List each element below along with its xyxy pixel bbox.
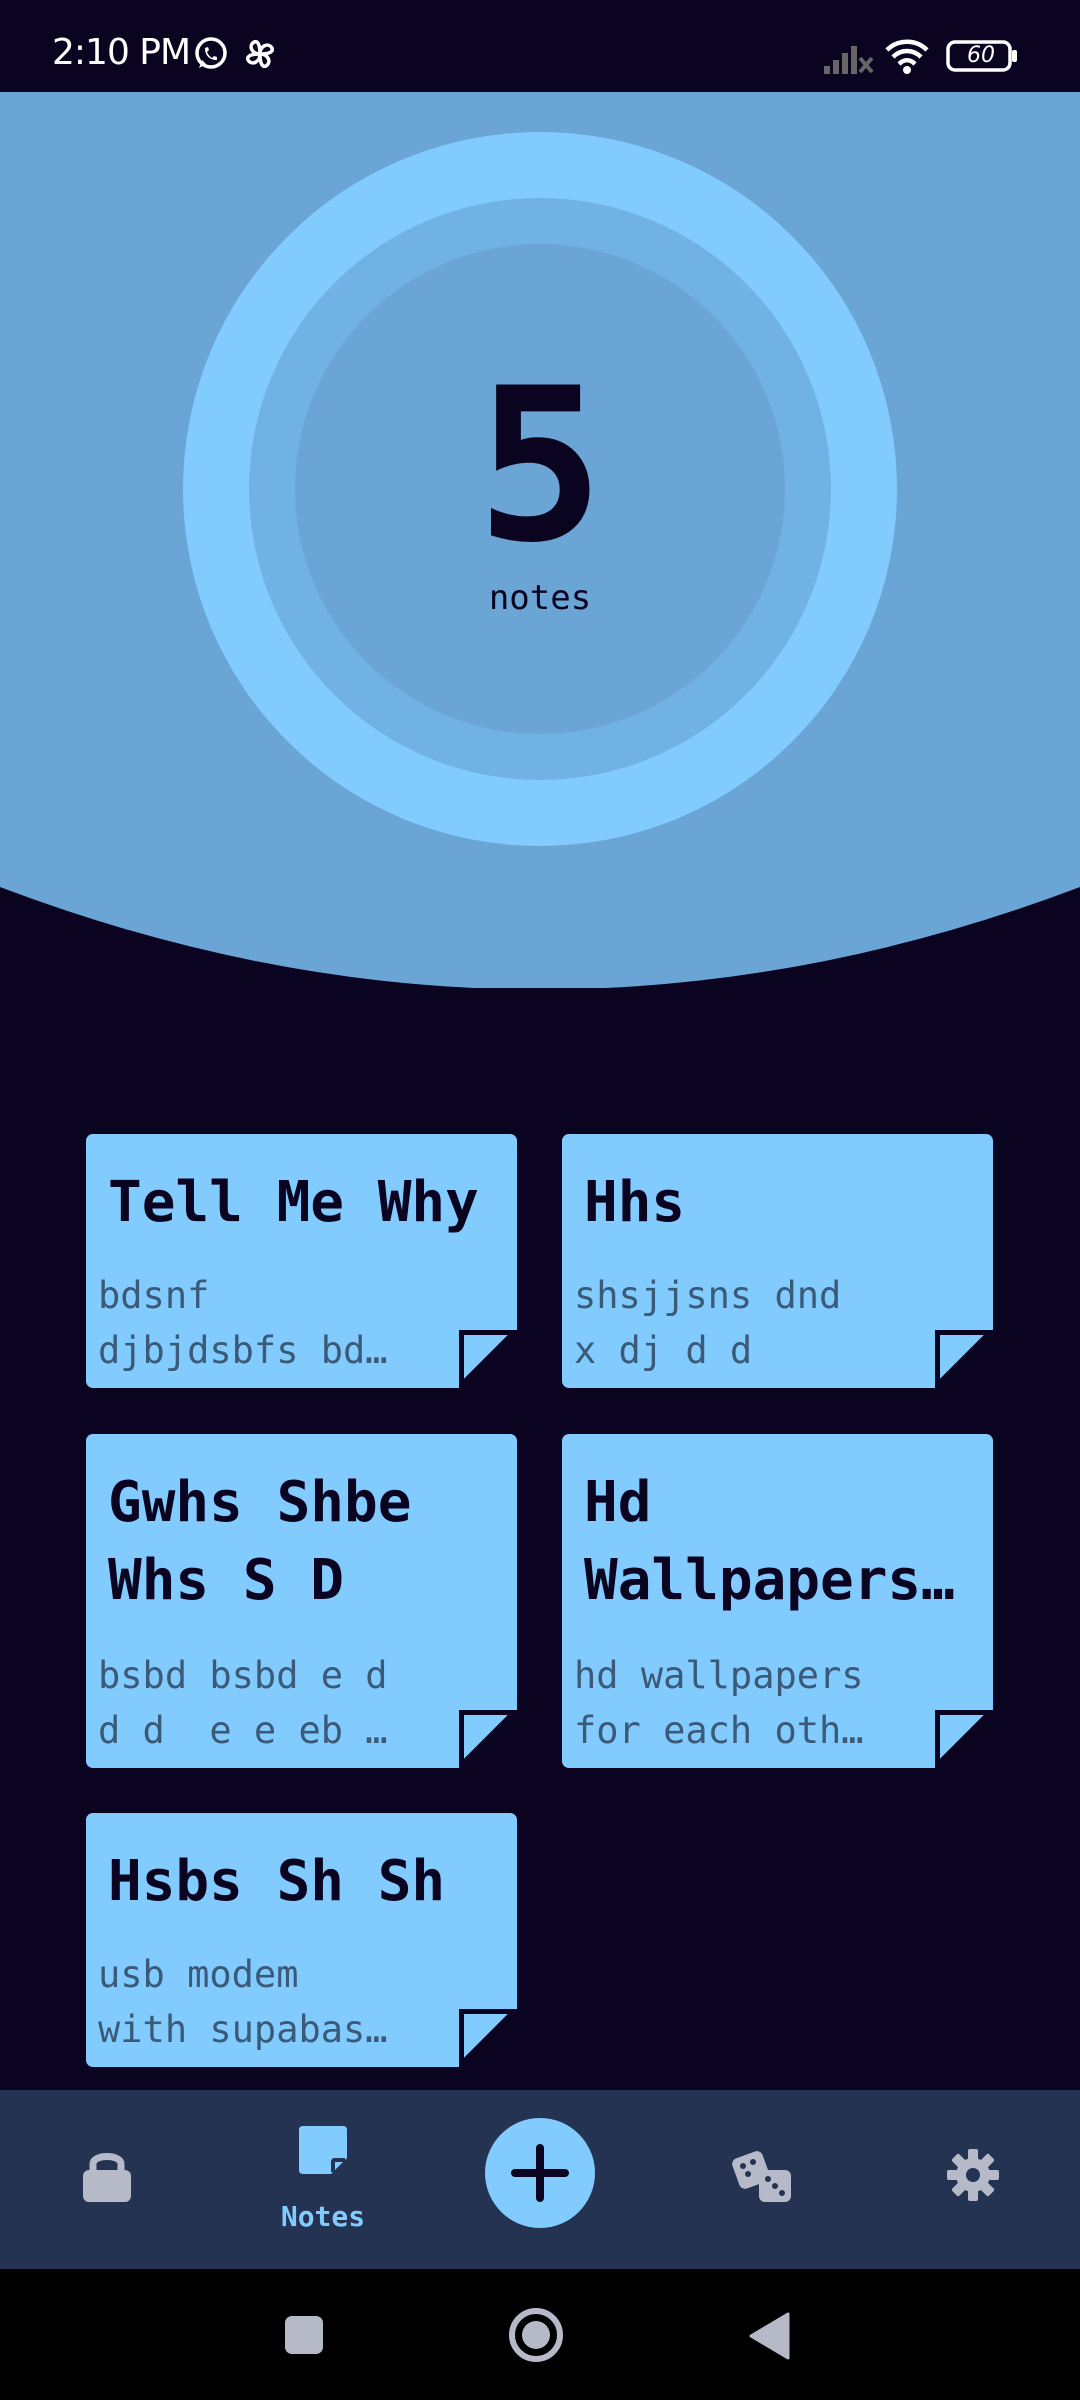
gear-icon — [947, 2149, 999, 2201]
status-time: 2:10 PM — [52, 32, 191, 73]
pinwheel-icon — [242, 36, 278, 76]
note-fold-icon — [935, 1330, 995, 1390]
note-title: Hsbs Sh Sh — [108, 1849, 446, 1914]
note-title: Hd Wallpapers… — [584, 1470, 955, 1613]
bottom-nav: Notes — [0, 2090, 1080, 2269]
nav-settings-button[interactable] — [928, 2118, 1018, 2228]
back-icon[interactable] — [748, 2311, 792, 2361]
whatsapp-icon — [193, 36, 229, 76]
note-fold-icon — [935, 1710, 995, 1770]
nav-notes-label: Notes — [280, 2200, 366, 2233]
note-body: bdsnf djbjdsbfs bd… — [98, 1274, 388, 1372]
status-bar: 2:10 PM 60 — [0, 0, 1080, 92]
dice-icon — [732, 2151, 791, 2202]
nav-dice-button[interactable] — [718, 2118, 808, 2228]
wifi-icon — [884, 38, 930, 78]
note-title: Gwhs Shbe Whs S D — [108, 1470, 412, 1613]
note-body: hd wallpapers for each oth… — [574, 1654, 864, 1752]
note-fold-icon — [459, 1710, 519, 1770]
note-title: Hhs — [584, 1170, 686, 1235]
recents-icon[interactable] — [284, 2315, 324, 2355]
note-card[interactable]: Gwhs Shbe Whs S D bsbd bsbd e d d d e e … — [86, 1434, 517, 1768]
note-fold-icon — [459, 1330, 519, 1390]
note-fold-icon — [459, 2009, 519, 2069]
system-nav-bar — [0, 2269, 1080, 2400]
battery-icon: 60 — [946, 40, 1018, 76]
add-note-button[interactable] — [485, 2118, 595, 2228]
note-title: Tell Me Why — [108, 1170, 479, 1235]
home-icon[interactable] — [508, 2307, 564, 2363]
note-card[interactable]: Hsbs Sh Sh usb modem with supabas… — [86, 1813, 517, 2067]
note-body: usb modem with supabas… — [98, 1953, 388, 2051]
note-card[interactable]: Tell Me Why bdsnf djbjdsbfs bd… — [86, 1134, 517, 1388]
nav-notes-button[interactable]: Notes — [258, 2110, 388, 2250]
note-icon — [299, 2126, 347, 2174]
plus-icon — [511, 2144, 569, 2202]
nav-lock-button[interactable] — [62, 2118, 152, 2228]
signal-icon — [822, 38, 874, 80]
battery-level: 60 — [967, 43, 995, 68]
note-body: shsjjsns dnd x dj d d — [574, 1274, 842, 1372]
lock-icon — [83, 2153, 131, 2202]
notes-header: 5 notes — [0, 92, 1080, 988]
note-card[interactable]: Hd Wallpapers… hd wallpapers for each ot… — [562, 1434, 993, 1768]
note-body: bsbd bsbd e d d d e e eb … — [98, 1654, 388, 1752]
notes-count: 5 — [476, 342, 604, 589]
note-card[interactable]: Hhs shsjjsns dnd x dj d d — [562, 1134, 993, 1388]
notes-count-label: notes — [488, 578, 592, 618]
